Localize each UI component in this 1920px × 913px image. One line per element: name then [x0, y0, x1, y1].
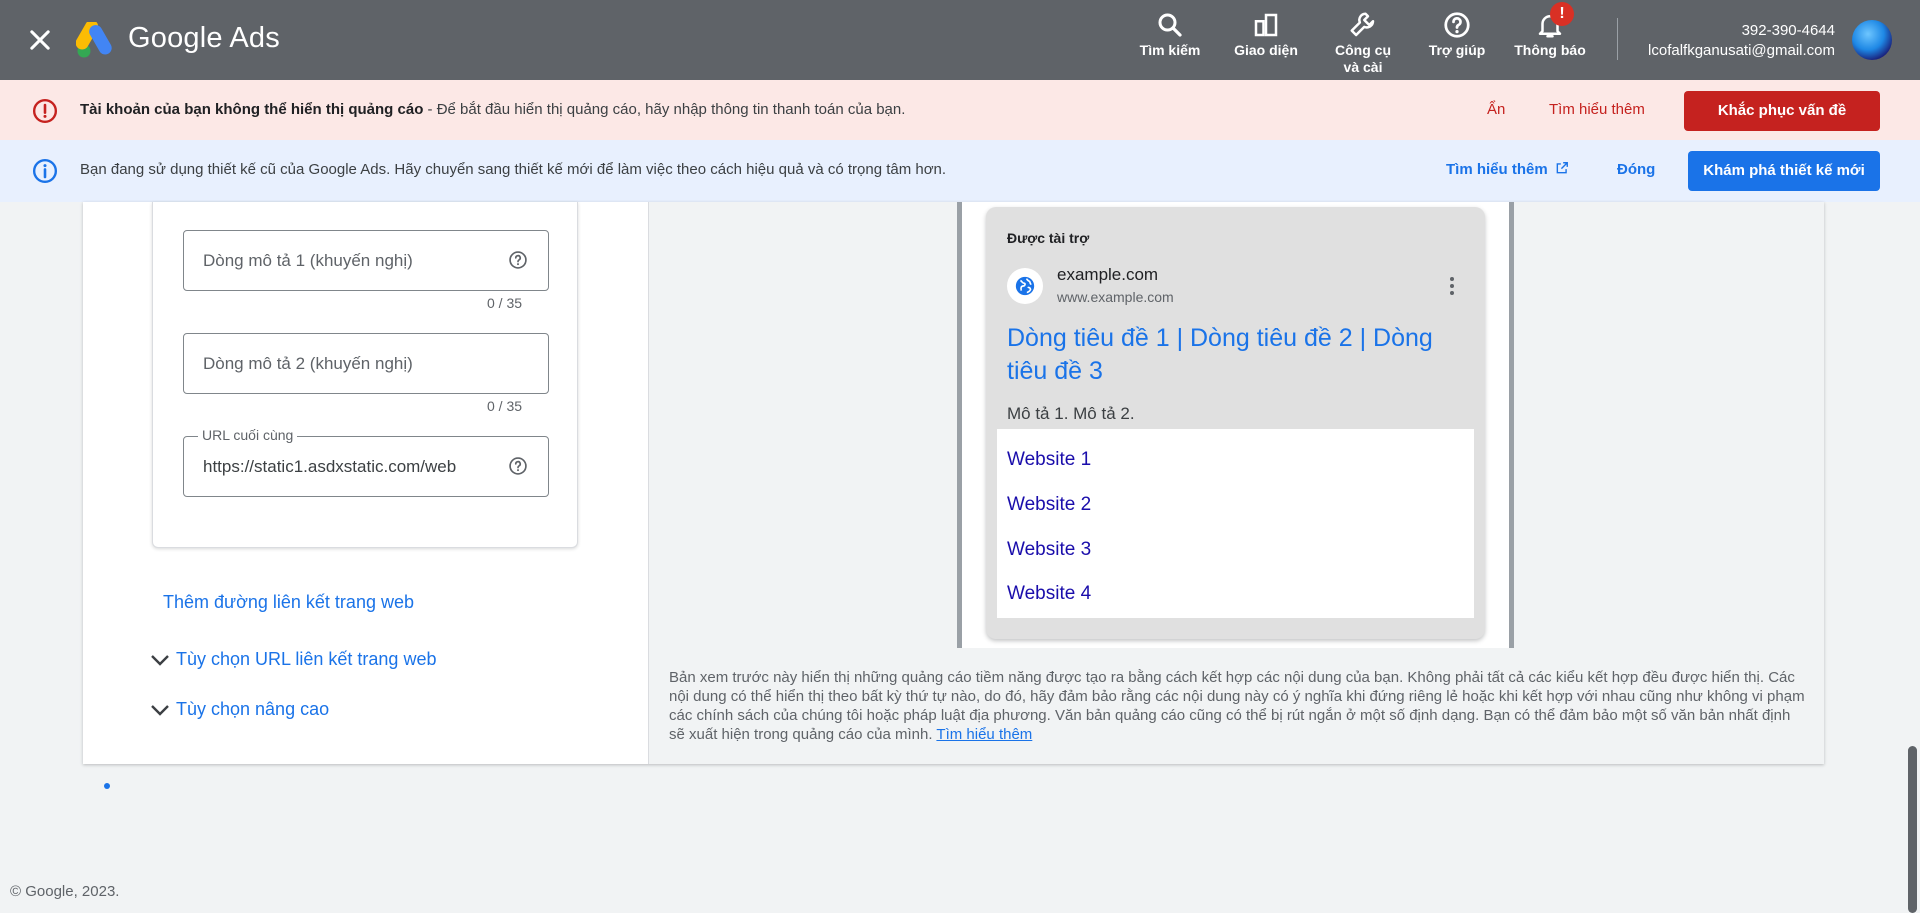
info-banner: Bạn đang sử dụng thiết kế cũ của Google …: [0, 140, 1920, 202]
disclaimer-learn-more-link[interactable]: Tìm hiểu thêm: [936, 726, 1032, 743]
preview-domain: example.com: [1057, 265, 1159, 284]
appearance-icon: [1254, 13, 1278, 37]
sitelink[interactable]: Website 3: [1007, 539, 1091, 561]
footer-copyright: © Google, 2023.: [10, 883, 120, 900]
avatar[interactable]: [1852, 20, 1892, 60]
preview-description: Mô tả 1. Mô tả 2.: [1007, 404, 1135, 423]
wrench-icon: [1350, 12, 1375, 37]
alert-hide-button[interactable]: Ẩn: [1487, 101, 1505, 118]
alert-text: - Để bắt đầu hiển thị quảng cáo, hãy nhậ…: [423, 101, 906, 118]
nav-search[interactable]: Tìm kiếm: [1132, 10, 1208, 59]
add-sitelink-link[interactable]: Thêm đường liên kết trang web: [163, 592, 414, 613]
description-1-field[interactable]: Dòng mô tả 1 (khuyến nghị): [183, 230, 549, 291]
notification-badge: !: [1550, 2, 1574, 26]
preview-disclaimer: Bản xem trước này hiển thị những quảng c…: [669, 668, 1809, 744]
error-icon: [32, 98, 58, 124]
description-2-placeholder: Dòng mô tả 2 (khuyến nghị): [203, 354, 413, 373]
final-url-field[interactable]: URL cuối cùng https://static1.asdxstatic…: [183, 427, 549, 497]
sponsored-label: Được tài trợ: [1007, 230, 1090, 246]
preview-sitelinks: Website 1 Website 2 Website 3 Website 4: [997, 429, 1474, 618]
description-1-counter: 0 / 35: [487, 295, 523, 311]
loading-indicator: [104, 783, 110, 789]
nav-search-label: Tìm kiếm: [1139, 42, 1201, 58]
info-learn-more-link[interactable]: Tìm hiểu thêm: [1446, 161, 1569, 178]
google-ads-logo: [76, 22, 112, 58]
account-info[interactable]: 392-390-4644 lcofalfkganusati@gmail.com: [1648, 21, 1835, 61]
account-email: lcofalfkganusati@gmail.com: [1648, 42, 1835, 59]
info-icon: [32, 158, 58, 184]
alert-learn-more-link[interactable]: Tìm hiểu thêm: [1549, 101, 1645, 118]
help-icon: [1444, 12, 1470, 38]
nav-appearance[interactable]: Giao diện: [1228, 10, 1304, 59]
sitelink-url-options-expander[interactable]: Tùy chọn URL liên kết trang web: [150, 649, 436, 670]
help-circle-icon[interactable]: [508, 456, 528, 476]
close-icon[interactable]: [26, 26, 54, 54]
nav-tools[interactable]: Công cụ và cài: [1326, 10, 1400, 76]
alert-banner: Tài khoản của bạn không thể hiển thị quả…: [0, 80, 1920, 140]
preview-url: www.example.com: [1057, 289, 1174, 305]
globe-icon: [1015, 276, 1035, 296]
description-2-counter: 0 / 35: [487, 398, 523, 414]
final-url-label: URL cuối cùng: [198, 427, 298, 443]
sitelink[interactable]: Website 1: [1007, 449, 1091, 471]
chevron-down-icon: [151, 705, 169, 716]
explore-new-design-button[interactable]: Khám phá thiết kế mới: [1688, 151, 1880, 191]
nav-notifications-label: Thông báo: [1514, 42, 1586, 58]
sitelink[interactable]: Website 4: [1007, 583, 1091, 605]
advanced-options-label: Tùy chọn nâng cao: [176, 699, 330, 719]
nav-help-label: Trợ giúp: [1428, 42, 1486, 58]
chevron-down-icon: [151, 655, 169, 666]
top-bar: Google Ads Tìm kiếm Giao diện Công cụ và…: [0, 0, 1920, 80]
open-in-new-icon: [1556, 162, 1568, 174]
info-learn-more-label: Tìm hiểu thêm: [1446, 161, 1548, 178]
nav-tools-label: Công cụ và cài: [1335, 42, 1391, 75]
search-icon: [1158, 13, 1182, 37]
scrollbar-thumb[interactable]: [1908, 746, 1917, 913]
topbar-divider: [1617, 18, 1618, 60]
final-url-value: https://static1.asdxstatic.com/web: [203, 457, 457, 476]
alert-title: Tài khoản của bạn không thể hiển thị quả…: [80, 101, 424, 118]
sitelink-url-options-label: Tùy chọn URL liên kết trang web: [176, 649, 437, 669]
sitelink[interactable]: Website 2: [1007, 494, 1091, 516]
description-1-placeholder: Dòng mô tả 1 (khuyến nghị): [203, 251, 413, 270]
info-message: Bạn đang sử dụng thiết kế cũ của Google …: [80, 161, 947, 178]
alert-message: Tài khoản của bạn không thể hiển thị quả…: [80, 101, 905, 118]
disclaimer-text: Bản xem trước này hiển thị những quảng c…: [669, 669, 1805, 743]
description-2-field[interactable]: Dòng mô tả 2 (khuyến nghị): [183, 333, 549, 394]
nav-help[interactable]: Trợ giúp: [1420, 10, 1494, 59]
info-close-button[interactable]: Đóng: [1617, 161, 1655, 178]
favicon: [1007, 268, 1043, 304]
fix-issue-button[interactable]: Khắc phục vấn đề: [1684, 91, 1880, 131]
app-brand: Google Ads: [128, 22, 280, 54]
account-id: 392-390-4644: [1741, 22, 1835, 39]
advanced-options-expander[interactable]: Tùy chọn nâng cao: [150, 699, 329, 720]
preview-headline[interactable]: Dòng tiêu đề 1 | Dòng tiêu đề 2 | Dòng t…: [1007, 322, 1447, 388]
kebab-icon[interactable]: [1448, 275, 1456, 297]
nav-appearance-label: Giao diện: [1234, 42, 1298, 58]
help-circle-icon[interactable]: [508, 250, 528, 270]
